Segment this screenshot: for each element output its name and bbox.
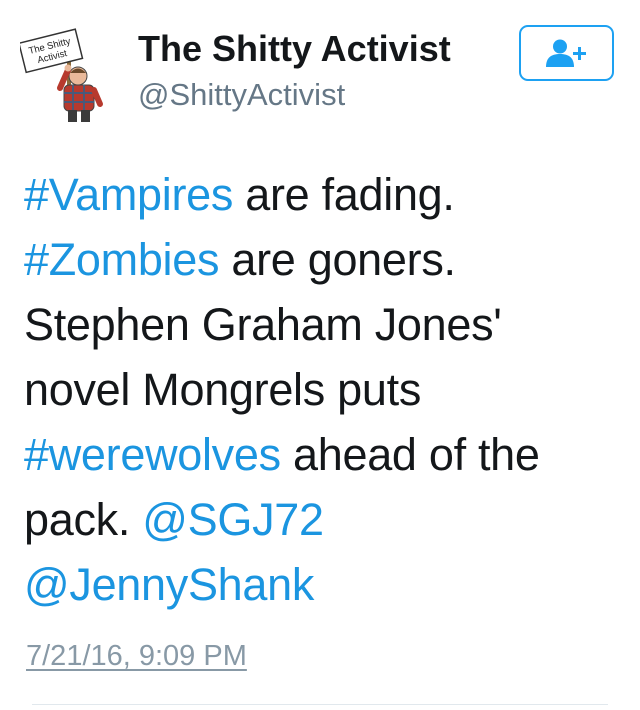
tweet-text-segment: ahead of the [280,429,540,480]
tweet-text-segment: novel Mongrels puts [24,364,422,415]
hashtag-link[interactable]: #Zombies [24,234,219,285]
tweet-timestamp[interactable]: 7/21/16, 9:09 PM [26,640,247,673]
add-user-icon [545,39,586,67]
tweet-text-segment: are goners. [219,234,456,285]
author-display-name[interactable]: The Shitty Activist [138,28,451,70]
tweet-text-segment: are fading. [233,169,455,220]
tweet-text-line: #Vampires are fading. [24,162,624,227]
hashtag-link[interactable]: #werewolves [24,429,281,480]
divider [32,704,608,705]
author-handle[interactable]: @ShittyActivist [138,76,451,114]
tweet-text-segment: pack. [24,494,143,545]
tweet-text-line: #werewolves ahead of the [24,422,624,487]
tweet-text-line: pack. @SGJ72 [24,487,624,552]
tweet-text-line: novel Mongrels puts [24,357,624,422]
hashtag-link[interactable]: #Vampires [24,169,233,220]
tweet-text-line: Stephen Graham Jones' [24,292,624,357]
avatar[interactable]: The Shitty Activist [18,28,124,124]
tweet-text-line: @JennyShank [24,552,624,617]
author-names: The Shitty Activist @ShittyActivist [138,28,451,114]
follow-button[interactable] [519,25,614,81]
tweet-header: The Shitty Activist The Shitty Activist … [0,0,640,130]
tweet-text-segment: Stephen Graham Jones' [24,299,502,350]
tweet-text: #Vampires are fading. #Zombies are goners… [24,162,624,617]
mention-link[interactable]: @SGJ72 [142,494,324,545]
tweet-text-line: #Zombies are goners. [24,227,624,292]
mention-link[interactable]: @JennyShank [24,559,314,610]
activist-avatar-icon: The Shitty Activist [18,28,103,122]
